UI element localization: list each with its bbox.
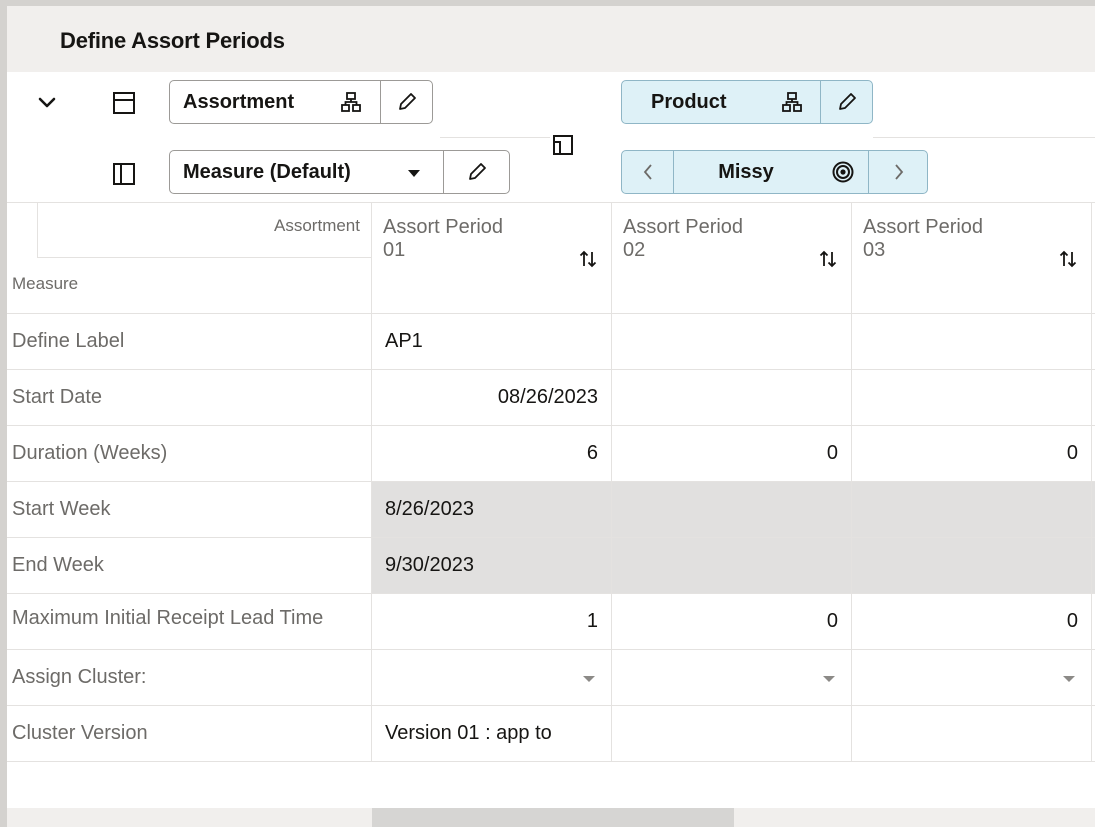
grid-cell[interactable]: 0 xyxy=(612,594,851,649)
row-header-start-week: Start Week xyxy=(12,498,111,520)
grid-cell[interactable]: 1 xyxy=(372,594,611,649)
define-assort-periods-view: Define Assort Periods Assortment Measure… xyxy=(0,0,1095,827)
horizontal-scrollbar-thumb[interactable] xyxy=(372,808,734,827)
title-bar: Define Assort Periods xyxy=(7,6,1095,72)
grid-line xyxy=(1091,202,1092,761)
grid-cell[interactable] xyxy=(852,370,1091,425)
column-header-line1: Assort Period xyxy=(863,216,984,238)
column-header[interactable]: Assort Period 01 xyxy=(383,216,503,262)
corner-row-dimension-label: Measure xyxy=(12,274,79,293)
column-axis-icon[interactable] xyxy=(109,159,139,189)
grid-cell[interactable]: Version 01 : app to xyxy=(372,706,611,761)
edit-pencil-icon[interactable] xyxy=(380,81,433,123)
corner-column-dimension-label: Assortment xyxy=(274,216,360,235)
edit-pencil-icon[interactable] xyxy=(443,151,510,193)
grid-cell[interactable] xyxy=(852,706,1091,761)
sort-icon[interactable] xyxy=(817,248,839,270)
current-page-member[interactable]: Missy xyxy=(674,151,818,193)
grid-cell-readonly xyxy=(612,482,851,537)
measure-dimension-tile[interactable]: Measure (Default) xyxy=(169,150,510,194)
column-header-line1: Assort Period xyxy=(383,216,504,238)
grid-line xyxy=(7,202,1095,203)
product-dimension-tile[interactable]: Product xyxy=(621,80,873,124)
row-header-end-week: End Week xyxy=(12,554,104,576)
measure-tile-label: Measure (Default) xyxy=(183,160,351,183)
column-header-line2: 03 xyxy=(863,239,886,261)
next-page-icon[interactable] xyxy=(868,151,928,193)
grid-cell[interactable] xyxy=(612,370,851,425)
grid-cell[interactable] xyxy=(612,706,851,761)
target-icon[interactable] xyxy=(818,151,868,193)
pivot-divider xyxy=(440,137,550,138)
pivot-divider xyxy=(873,137,1095,138)
dropdown-arrow-icon[interactable] xyxy=(408,170,420,177)
sort-icon[interactable] xyxy=(1057,248,1079,270)
row-header-cluster-version: Cluster Version xyxy=(12,722,148,744)
page-axis-icon[interactable] xyxy=(548,130,578,160)
column-header[interactable]: Assort Period 03 xyxy=(863,216,983,262)
row-axis-icon[interactable] xyxy=(109,88,139,118)
hierarchy-icon[interactable] xyxy=(340,91,362,118)
grid-cell[interactable]: 0 xyxy=(852,594,1091,649)
column-header-line2: 01 xyxy=(383,239,406,261)
grid-line xyxy=(37,202,38,257)
cluster-dropdown-cell[interactable] xyxy=(852,650,1091,705)
grid-cell[interactable]: 6 xyxy=(372,426,611,481)
grid-cell-readonly xyxy=(852,538,1091,593)
previous-page-icon[interactable] xyxy=(622,151,674,193)
collapse-chevron-icon[interactable] xyxy=(32,88,62,118)
grid-cell-readonly xyxy=(852,482,1091,537)
row-header-assign-cluster: Assign Cluster: xyxy=(12,666,147,688)
dropdown-arrow-icon[interactable] xyxy=(1063,676,1075,682)
row-header-define-label: Define Label xyxy=(12,330,125,352)
grid-cell-readonly: 8/26/2023 xyxy=(385,498,474,520)
column-header[interactable]: Assort Period 02 xyxy=(623,216,743,262)
grid-cell[interactable] xyxy=(612,314,851,369)
row-header-start-date: Start Date xyxy=(12,386,103,408)
assortment-dimension-tile[interactable]: Assortment xyxy=(169,80,433,124)
grid-cell[interactable]: AP1 xyxy=(372,314,611,369)
dropdown-arrow-icon[interactable] xyxy=(583,676,595,682)
hierarchy-icon[interactable] xyxy=(781,91,803,118)
product-tile-label: Product xyxy=(651,90,727,113)
dropdown-arrow-icon[interactable] xyxy=(823,676,835,682)
grid-cell[interactable] xyxy=(852,314,1091,369)
grid-cell[interactable]: 08/26/2023 xyxy=(372,370,611,425)
grid-cell-readonly xyxy=(612,538,851,593)
page-title: Define Assort Periods xyxy=(60,28,285,53)
cluster-dropdown-cell[interactable] xyxy=(372,650,611,705)
cluster-dropdown-cell[interactable] xyxy=(612,650,851,705)
page-member-navigator: Missy xyxy=(621,150,928,194)
row-header-max-initial-receipt-lead-time: Maximum Initial Receipt Lead Time xyxy=(12,607,324,629)
grid-cell[interactable]: 0 xyxy=(612,426,851,481)
pivot-toolbar: Assortment Measure (Default) Product Mis… xyxy=(7,72,1095,202)
grid-line xyxy=(7,761,1095,762)
column-header-line2: 02 xyxy=(623,239,646,261)
grid-cell-readonly: 9/30/2023 xyxy=(385,554,474,576)
row-header-duration-weeks: Duration (Weeks) xyxy=(12,442,168,464)
grid-line xyxy=(37,257,372,258)
left-border xyxy=(0,0,7,827)
edit-pencil-icon[interactable] xyxy=(820,81,873,123)
column-header-line1: Assort Period xyxy=(623,216,744,238)
sort-icon[interactable] xyxy=(577,248,599,270)
grid-cell[interactable]: 0 xyxy=(852,426,1091,481)
